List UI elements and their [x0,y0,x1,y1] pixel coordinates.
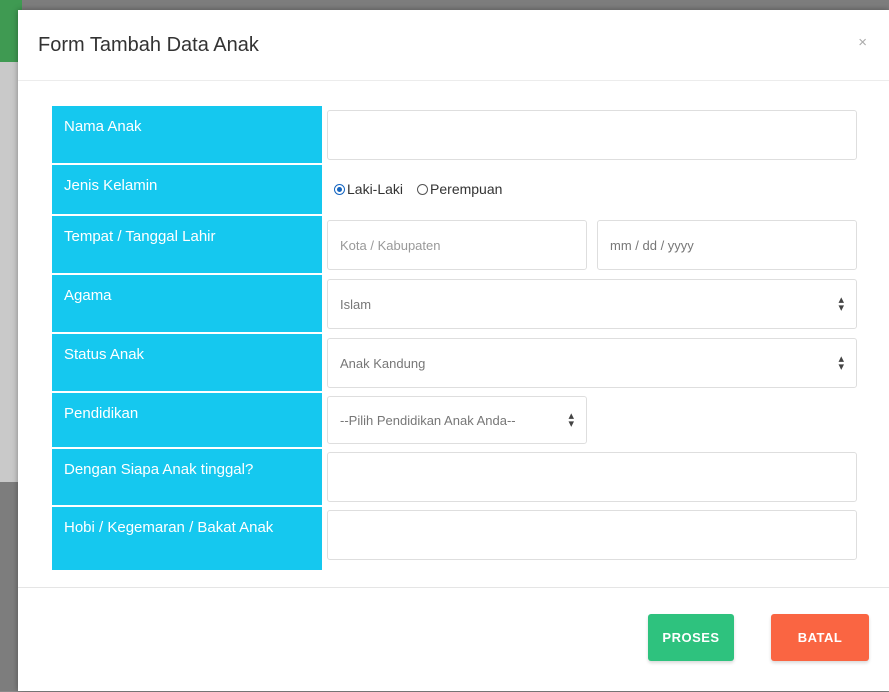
row-agama: Agama Islam ▴ ▾ [52,275,857,332]
tinggal-dengan-input[interactable] [327,452,857,502]
hobi-input[interactable] [327,510,857,560]
row-hobi: Hobi / Kegemaran / Bakat Anak [52,507,857,570]
tanggal-lahir-input[interactable]: mm / dd / yyyy [597,220,857,270]
label-jenis-kelamin: Jenis Kelamin [52,165,322,214]
agama-select[interactable]: Islam ▴ ▾ [327,279,857,329]
radio-perempuan-label: Perempuan [430,181,503,197]
modal-body: Nama Anak Jenis Kelamin Laki-Laki Peremp… [18,81,889,587]
batal-button[interactable]: BATAL [771,614,869,661]
modal-title: Form Tambah Data Anak [38,34,259,56]
row-status-anak: Status Anak Anak Kandung ▴ ▾ [52,334,857,391]
status-anak-select[interactable]: Anak Kandung ▴ ▾ [327,338,857,388]
add-child-modal: Form Tambah Data Anak × Nama Anak Jenis … [18,10,889,691]
row-jenis-kelamin: Jenis Kelamin Laki-Laki Perempuan [52,165,857,214]
gender-radio-group: Laki-Laki Perempuan [334,181,502,197]
row-tempat-tanggal-lahir: Tempat / Tanggal Lahir Kota / Kabupaten … [52,216,857,273]
agama-selected-value: Islam [340,296,372,312]
proses-button[interactable]: PROSES [648,614,734,661]
radio-checked-icon[interactable] [334,183,345,195]
nama-anak-input[interactable] [327,110,857,160]
label-tinggal-dengan: Dengan Siapa Anak tinggal? [52,449,322,505]
radio-unchecked-icon[interactable] [417,183,429,195]
radio-laki-laki-label: Laki-Laki [347,181,404,197]
tempat-lahir-input[interactable]: Kota / Kabupaten [327,220,587,270]
row-tinggal-dengan: Dengan Siapa Anak tinggal? [52,449,857,505]
label-agama: Agama [52,275,322,332]
close-icon[interactable]: × [858,34,867,51]
status-anak-selected-value: Anak Kandung [340,355,426,371]
label-nama-anak: Nama Anak [52,106,322,163]
label-pendidikan: Pendidikan [52,393,322,447]
select-arrows-icon: ▴ ▾ [568,410,574,430]
pendidikan-selected-value: --Pilih Pendidikan Anak Anda-- [340,412,516,428]
modal-footer: PROSES BATAL [18,587,889,692]
modal-header: Form Tambah Data Anak × [18,10,889,81]
select-arrows-icon: ▴ ▾ [838,294,844,314]
pendidikan-select[interactable]: --Pilih Pendidikan Anak Anda-- ▴ ▾ [327,396,587,444]
label-status-anak: Status Anak [52,334,322,391]
row-nama-anak: Nama Anak [52,106,857,163]
label-hobi: Hobi / Kegemaran / Bakat Anak [52,507,322,570]
select-arrows-icon: ▴ ▾ [838,353,844,373]
label-tempat-tanggal-lahir: Tempat / Tanggal Lahir [52,216,322,273]
radio-laki-laki[interactable]: Laki-Laki [334,181,403,197]
radio-perempuan[interactable]: Perempuan [417,181,502,197]
row-pendidikan: Pendidikan --Pilih Pendidikan Anak Anda-… [52,393,857,447]
